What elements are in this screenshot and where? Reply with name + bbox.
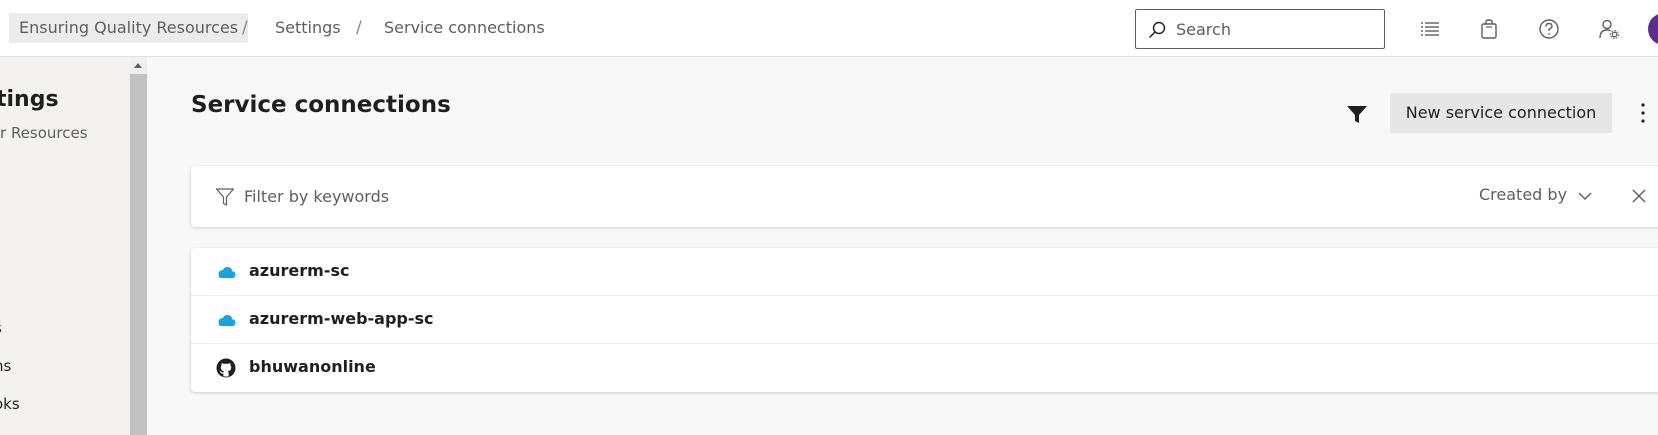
search-input[interactable] xyxy=(1176,11,1376,47)
github-icon xyxy=(216,358,236,378)
settings-nav-panel: tings r Resources s ns oks xyxy=(0,57,130,435)
breadcrumb-organization[interactable]: Ensuring Quality Resources xyxy=(9,13,249,43)
avatar[interactable] xyxy=(1648,13,1658,45)
nav-scrollbar[interactable] xyxy=(130,57,147,435)
marketplace-bag-icon[interactable] xyxy=(1478,18,1500,40)
settings-panel-title: tings xyxy=(0,87,59,112)
chevron-down-icon[interactable] xyxy=(1577,190,1593,202)
list-item[interactable]: azurerm-web-app-sc xyxy=(191,296,1658,344)
azure-cloud-icon xyxy=(218,267,236,278)
new-service-connection-button[interactable]: New service connection xyxy=(1390,93,1612,133)
page-title: Service connections xyxy=(191,92,451,118)
filter-icon[interactable] xyxy=(1345,102,1369,126)
nav-item[interactable]: s xyxy=(0,319,2,337)
top-bar: Ensuring Quality Resources / Settings / … xyxy=(0,0,1658,57)
scroll-thumb[interactable] xyxy=(130,74,147,435)
breadcrumb-settings[interactable]: Settings xyxy=(275,13,341,43)
connection-name[interactable]: bhuwanonline xyxy=(249,357,376,376)
search-box[interactable] xyxy=(1135,9,1385,49)
breadcrumb-service-connections[interactable]: Service connections xyxy=(384,13,545,43)
created-by-dropdown[interactable]: Created by xyxy=(1479,185,1567,204)
list-item[interactable]: azurerm-sc xyxy=(191,248,1658,296)
azure-cloud-icon xyxy=(218,315,236,326)
filter-keywords-input[interactable] xyxy=(244,179,744,213)
filter-funnel-icon xyxy=(215,188,235,206)
connection-name[interactable]: azurerm-web-app-sc xyxy=(249,309,434,328)
service-connections-list: azurerm-sc azurerm-web-app-sc bhuwanonli… xyxy=(191,248,1658,392)
breadcrumb-separator: / xyxy=(356,18,362,38)
more-options-icon[interactable] xyxy=(1637,101,1649,125)
scroll-up-arrow[interactable] xyxy=(134,63,142,68)
nav-item[interactable]: oks xyxy=(0,395,20,413)
filter-bar: Created by xyxy=(191,166,1658,227)
user-settings-icon[interactable] xyxy=(1598,18,1620,40)
settings-panel-subtitle-prefix: r xyxy=(0,124,11,142)
search-icon xyxy=(1149,21,1166,38)
close-icon[interactable] xyxy=(1631,188,1647,204)
breadcrumb-separator: / xyxy=(242,18,248,38)
list-item[interactable]: bhuwanonline xyxy=(191,344,1658,392)
settings-panel-subtitle-text: Resources xyxy=(10,124,88,142)
help-icon[interactable] xyxy=(1538,18,1560,40)
connection-name[interactable]: azurerm-sc xyxy=(249,261,349,280)
work-items-icon[interactable] xyxy=(1419,18,1441,40)
nav-item[interactable]: ns xyxy=(0,357,11,375)
settings-panel-subtitle: r Resources xyxy=(0,124,88,142)
